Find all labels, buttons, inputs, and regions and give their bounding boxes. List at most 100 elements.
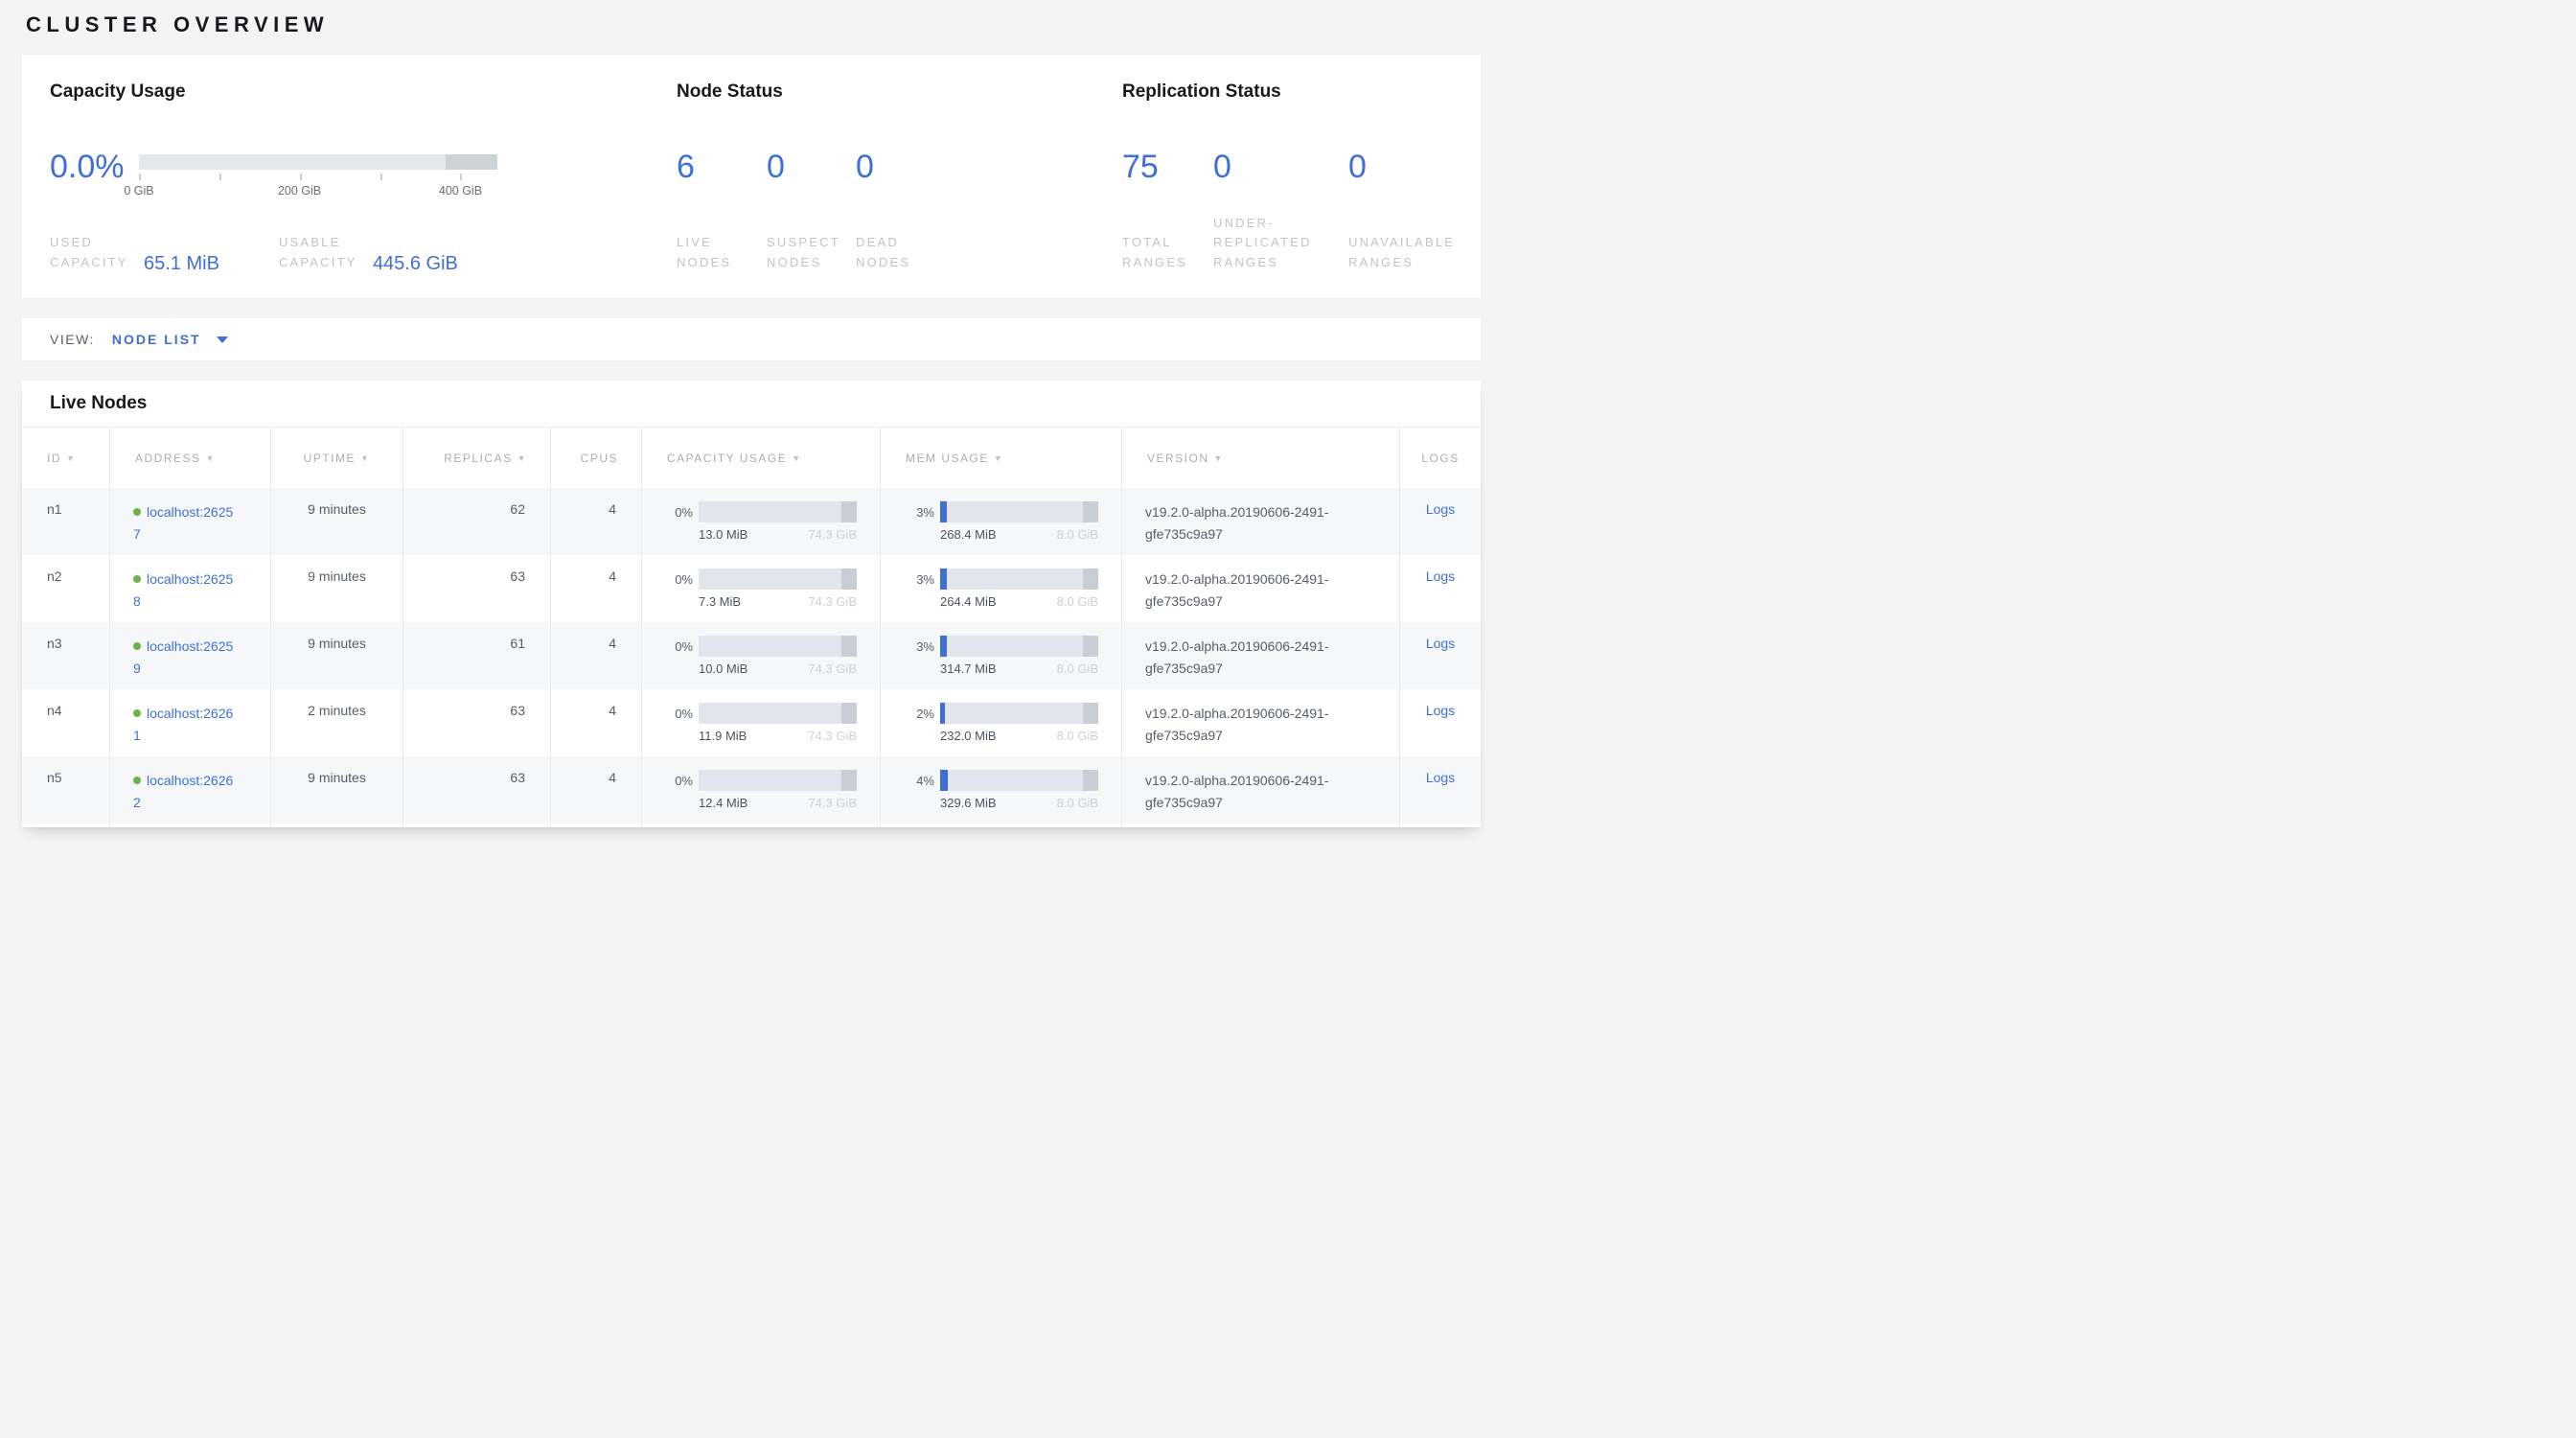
replicas-cell: 63 [403, 555, 551, 622]
mem-usage-bar [940, 501, 1098, 522]
used-capacity-label: USED CAPACITY [50, 233, 134, 273]
version-cell: v19.2.0-alpha.20190606-2491-gfe735c9a97 [1122, 756, 1400, 823]
used-capacity-value: 65.1 MiB [144, 253, 219, 275]
column-label: UPTIME [304, 452, 356, 465]
logs-link[interactable]: Logs [1426, 636, 1455, 651]
capacity-usage-bar [699, 636, 857, 657]
unavailable-ranges-count: 0 [1348, 151, 1477, 183]
uptime-cell: 9 minutes [271, 555, 403, 622]
capacity-used-percent: 0.0% [50, 151, 125, 183]
replicas-cell: 62 [403, 488, 551, 555]
table-row: n4 localhost:26261 2 minutes 63 4 0% 11.… [22, 689, 1481, 756]
view-bar: VIEW: NODE LIST [22, 318, 1481, 360]
node-address-link[interactable]: localhost:26257 [133, 504, 233, 542]
capacity-usage-cell: 0% 13.0 MiB 74.3 GiB [642, 488, 881, 555]
cpus-cell: 4 [551, 555, 642, 622]
mem-bar-reserved-segment [1083, 636, 1099, 657]
column-header-memory[interactable]: MEM USAGE▼ [881, 428, 1122, 488]
axis-tick [219, 174, 221, 180]
replicas-cell: 63 [403, 756, 551, 823]
node-address-cell: localhost:26258 [110, 555, 271, 622]
capacity-usage-cell: 0% 11.9 MiB 74.3 GiB [642, 689, 881, 756]
replication-status-section: Replication Status 75 0 0 TOTAL RANGES U… [1122, 81, 1477, 273]
capacity-bar: 0 GiB200 GiB400 GiB [139, 154, 497, 199]
axis-tick [139, 174, 141, 180]
capacity-usage-section: Capacity Usage 0.0% 0 GiB200 GiB400 GiB … [50, 81, 625, 273]
under-replicated-ranges-label: UNDER-REPLICATED RANGES [1213, 214, 1348, 273]
suspect-nodes-label: SUSPECT NODES [767, 233, 856, 273]
view-selected-value: NODE LIST [112, 332, 201, 347]
node-status-section: Node Status 6 0 0 LIVE NODES SUSPECT NOD… [677, 81, 1079, 273]
column-header-logs: LOGS [1400, 428, 1481, 488]
logs-cell: Logs [1400, 756, 1481, 823]
version-cell: v19.2.0-alpha.20190606-2491-gfe735c9a97 [1122, 555, 1400, 622]
axis-tick [460, 174, 462, 180]
usable-capacity-label: USABLE CAPACITY [279, 233, 363, 273]
sort-desc-icon: ▼ [360, 453, 370, 463]
logs-link[interactable]: Logs [1426, 501, 1455, 517]
logs-link[interactable]: Logs [1426, 703, 1455, 718]
unavailable-ranges-label: UNAVAILABLE RANGES [1348, 233, 1477, 273]
version-cell: v19.2.0-alpha.20190606-2491-gfe735c9a97 [1122, 622, 1400, 689]
capacity-bar-reserved-segment [841, 568, 858, 590]
node-id-cell: n1 [22, 488, 110, 555]
capacity-usage-cell: 0% 10.0 MiB 74.3 GiB [642, 622, 881, 689]
column-header-cpus: CPUS [551, 428, 642, 488]
mem-usage-cell: 3% 314.7 MiB 8.0 GiB [881, 622, 1122, 689]
mem-usage-cell: 3% 268.4 MiB 8.0 GiB [881, 488, 1122, 555]
node-address-link[interactable]: localhost:26262 [133, 773, 233, 810]
node-address-link[interactable]: localhost:26258 [133, 571, 233, 609]
live-nodes-card: Live Nodes ID▼ADDRESS▼UPTIME▼REPLICAS▼CP… [22, 381, 1481, 827]
column-label: CPUS [581, 452, 618, 465]
column-label: ID [47, 452, 61, 465]
table-row-partial [22, 823, 1481, 827]
sort-desc-icon: ▼ [66, 453, 76, 463]
logs-cell: Logs [1400, 622, 1481, 689]
node-address-cell: localhost:26261 [110, 689, 271, 756]
capacity-usage-bar [699, 501, 857, 522]
sort-desc-icon: ▼ [792, 453, 801, 463]
column-header-version[interactable]: VERSION▼ [1122, 428, 1400, 488]
capacity-bar-reserved-segment [841, 636, 858, 657]
view-selector-dropdown[interactable]: NODE LIST [112, 332, 228, 347]
column-header-id[interactable]: ID ▼ [22, 428, 110, 488]
column-label: LOGS [1421, 452, 1459, 465]
table-row: n5 localhost:26262 9 minutes 63 4 0% 12.… [22, 756, 1481, 823]
logs-link[interactable]: Logs [1426, 770, 1455, 785]
table-row: n1 localhost:26257 9 minutes 62 4 0% 13.… [22, 488, 1481, 555]
logs-link[interactable]: Logs [1426, 568, 1455, 584]
mem-bar-fill [940, 703, 945, 724]
axis-tick-label: 0 GiB [124, 184, 153, 197]
column-header-capacity[interactable]: CAPACITY USAGE▼ [642, 428, 881, 488]
under-replicated-ranges-count: 0 [1213, 151, 1348, 183]
logs-cell: Logs [1400, 488, 1481, 555]
node-id-cell: n3 [22, 622, 110, 689]
column-header-address[interactable]: ADDRESS▼ [110, 428, 271, 488]
column-label: VERSION [1147, 452, 1209, 465]
table-header-row: ID▼ADDRESS▼UPTIME▼REPLICAS▼CPUSCAPACITY … [22, 427, 1481, 488]
live-status-dot-icon [133, 642, 141, 650]
dead-nodes-count: 0 [856, 151, 961, 183]
uptime-cell: 9 minutes [271, 756, 403, 823]
mem-bar-reserved-segment [1083, 770, 1099, 791]
node-address-link[interactable]: localhost:26259 [133, 638, 233, 676]
version-cell: v19.2.0-alpha.20190606-2491-gfe735c9a97 [1122, 488, 1400, 555]
node-address-link[interactable]: localhost:26261 [133, 706, 233, 743]
node-status-title: Node Status [677, 81, 1079, 103]
total-ranges-label: TOTAL RANGES [1122, 233, 1213, 273]
column-label: MEM USAGE [906, 452, 989, 465]
capacity-usage-bar [699, 703, 857, 724]
replication-status-title: Replication Status [1122, 81, 1477, 103]
live-nodes-label: LIVE NODES [677, 233, 767, 273]
node-address-cell: localhost:26257 [110, 488, 271, 555]
sort-desc-icon: ▼ [206, 453, 216, 463]
axis-tick-label: 200 GiB [278, 184, 321, 197]
cpus-cell: 4 [551, 689, 642, 756]
column-header-replicas[interactable]: REPLICAS▼ [403, 428, 551, 488]
column-header-uptime[interactable]: UPTIME ▼ [271, 428, 403, 488]
usable-capacity-value: 445.6 GiB [373, 253, 458, 275]
mem-bar-reserved-segment [1083, 501, 1099, 522]
capacity-bar-reserved-segment [841, 703, 858, 724]
live-status-dot-icon [133, 777, 141, 784]
mem-bar-reserved-segment [1083, 568, 1099, 590]
